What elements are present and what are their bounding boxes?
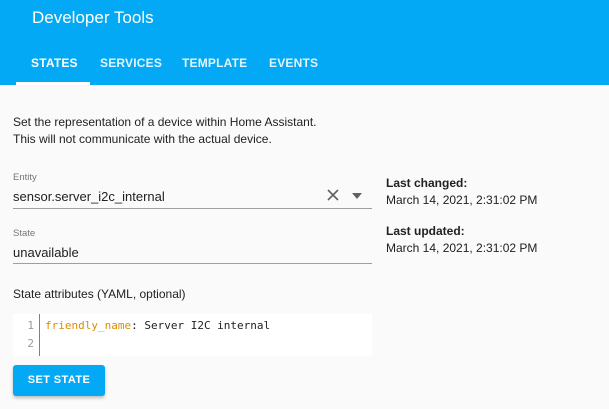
attributes-label: State attributes (YAML, optional) [13,287,186,301]
description-line-2: This will not communicate with the actua… [13,132,272,146]
chevron-down-icon[interactable] [352,193,362,199]
state-input[interactable]: unavailable [13,245,79,260]
app-toolbar: Developer Tools STATES SERVICES TEMPLATE… [0,0,609,85]
yaml-key: friendly_name [45,319,132,332]
yaml-editor[interactable]: 1 2 friendly_name: Server I2C internal [13,314,372,356]
line-number: 2 [27,337,34,350]
tab-template[interactable]: TEMPLATE [182,56,247,70]
state-underline [13,263,372,264]
active-tab-indicator [16,82,90,85]
close-icon[interactable] [325,187,341,203]
state-field-label: State [13,228,36,239]
yaml-value: : Server I2C internal [131,319,271,332]
set-state-button[interactable]: SET STATE [13,365,105,396]
editor-gutter: 1 2 [13,314,40,356]
entity-underline [13,208,372,209]
page-description: Set the representation of a device withi… [13,114,373,148]
page-title: Developer Tools [32,8,154,27]
description-line-1: Set the representation of a device withi… [13,115,317,129]
tab-events[interactable]: EVENTS [269,56,318,70]
last-updated-value: March 14, 2021, 2:31:02 PM [386,241,538,255]
tab-states[interactable]: STATES [31,56,78,70]
line-number: 1 [27,319,34,332]
entity-input[interactable]: sensor.server_i2c_internal [13,189,165,204]
last-updated-label: Last updated: [386,224,465,238]
tab-services[interactable]: SERVICES [100,56,162,70]
last-changed-value: March 14, 2021, 2:31:02 PM [386,193,538,207]
entity-field-label: Entity [13,172,37,183]
last-changed-label: Last changed: [386,176,468,190]
code-line: friendly_name: Server I2C internal [45,319,270,332]
